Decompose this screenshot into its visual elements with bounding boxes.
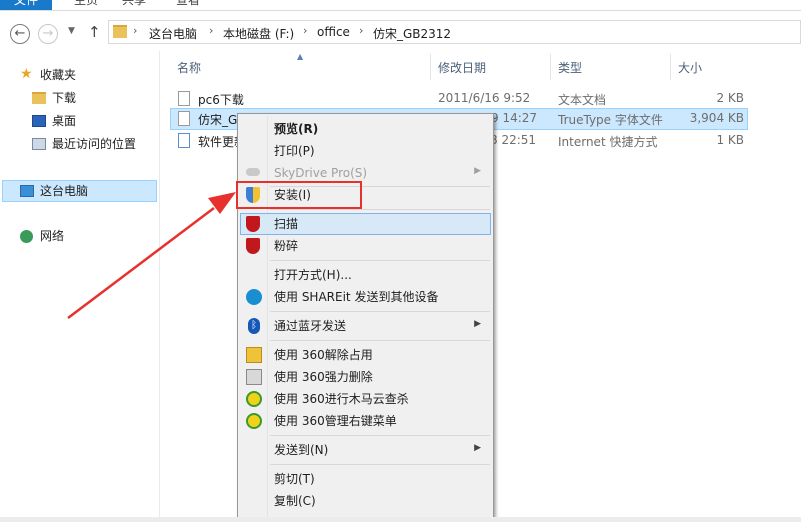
horizontal-scrollbar[interactable]: [0, 517, 801, 522]
annotation-arrow: [67, 192, 236, 319]
